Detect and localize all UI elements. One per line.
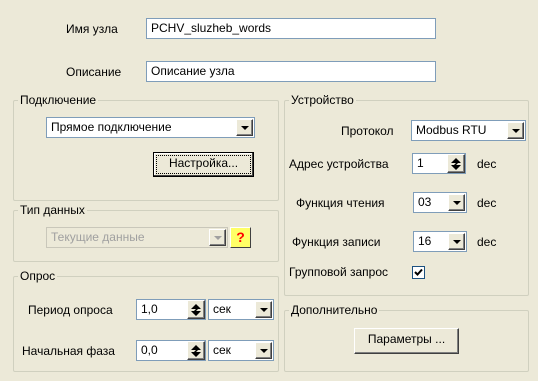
chevron-down-icon[interactable] xyxy=(507,122,524,139)
protocol-value: Modbus RTU xyxy=(416,123,487,137)
chevron-down-icon xyxy=(209,229,226,246)
data-type-group-title: Тип данных xyxy=(18,203,87,217)
protocol-label: Протокол xyxy=(341,124,394,138)
connection-type-select[interactable]: Прямое подключение xyxy=(46,117,255,138)
chevron-down-icon[interactable] xyxy=(448,194,465,211)
poll-period-unit-select[interactable]: сек xyxy=(208,299,274,320)
node-name-input[interactable]: PCHV_sluzheb_words xyxy=(146,18,436,39)
settings-button[interactable]: Настройка... xyxy=(153,152,254,177)
address-label: Адрес устройства xyxy=(289,157,389,171)
read-func-select[interactable]: 03 xyxy=(413,192,467,213)
phase-spinner-icon[interactable] xyxy=(187,341,205,360)
checkmark-icon xyxy=(414,268,423,276)
connection-type-value: Прямое подключение xyxy=(51,120,172,134)
read-func-value: 03 xyxy=(418,195,432,209)
write-func-label: Функция записи xyxy=(292,235,381,249)
chevron-down-icon[interactable] xyxy=(236,119,253,136)
poll-phase-unit-select[interactable]: сек xyxy=(208,340,274,361)
poll-period-label: Период опроса xyxy=(28,303,113,317)
help-icon[interactable]: ? xyxy=(230,227,251,248)
connection-group-title: Подключение xyxy=(18,93,99,107)
connection-group: Подключение xyxy=(13,93,279,201)
address-unit: dec xyxy=(477,157,497,171)
chevron-down-icon[interactable] xyxy=(255,342,272,359)
chevron-down-icon[interactable] xyxy=(255,301,272,318)
poll-phase-label: Начальная фаза xyxy=(22,344,115,358)
extra-group-title: Дополнительно xyxy=(289,303,380,317)
group-request-label: Групповой запрос xyxy=(289,265,389,279)
data-type-select: Текущие данные xyxy=(46,227,228,248)
write-func-value: 16 xyxy=(418,234,432,248)
parameters-button[interactable]: Параметры ... xyxy=(354,328,459,354)
poll-phase-unit: сек xyxy=(213,343,231,357)
node-desc-label: Описание xyxy=(66,65,122,79)
poll-period-unit: сек xyxy=(213,302,231,316)
read-func-label: Функция чтения xyxy=(296,196,385,210)
group-request-checkbox[interactable] xyxy=(412,266,425,279)
write-func-select[interactable]: 16 xyxy=(413,231,467,252)
address-spinner-icon[interactable] xyxy=(447,154,465,173)
protocol-select[interactable]: Modbus RTU xyxy=(411,120,526,141)
chevron-down-icon[interactable] xyxy=(448,233,465,250)
period-spinner-icon[interactable] xyxy=(187,300,205,319)
data-type-value: Текущие данные xyxy=(51,230,145,244)
device-group-title: Устройство xyxy=(289,93,356,107)
poll-group-title: Опрос xyxy=(18,269,58,283)
node-name-label: Имя узла xyxy=(66,22,118,36)
read-func-unit: dec xyxy=(477,196,497,210)
write-func-unit: dec xyxy=(477,235,497,249)
node-desc-input[interactable]: Описание узла xyxy=(146,61,436,82)
